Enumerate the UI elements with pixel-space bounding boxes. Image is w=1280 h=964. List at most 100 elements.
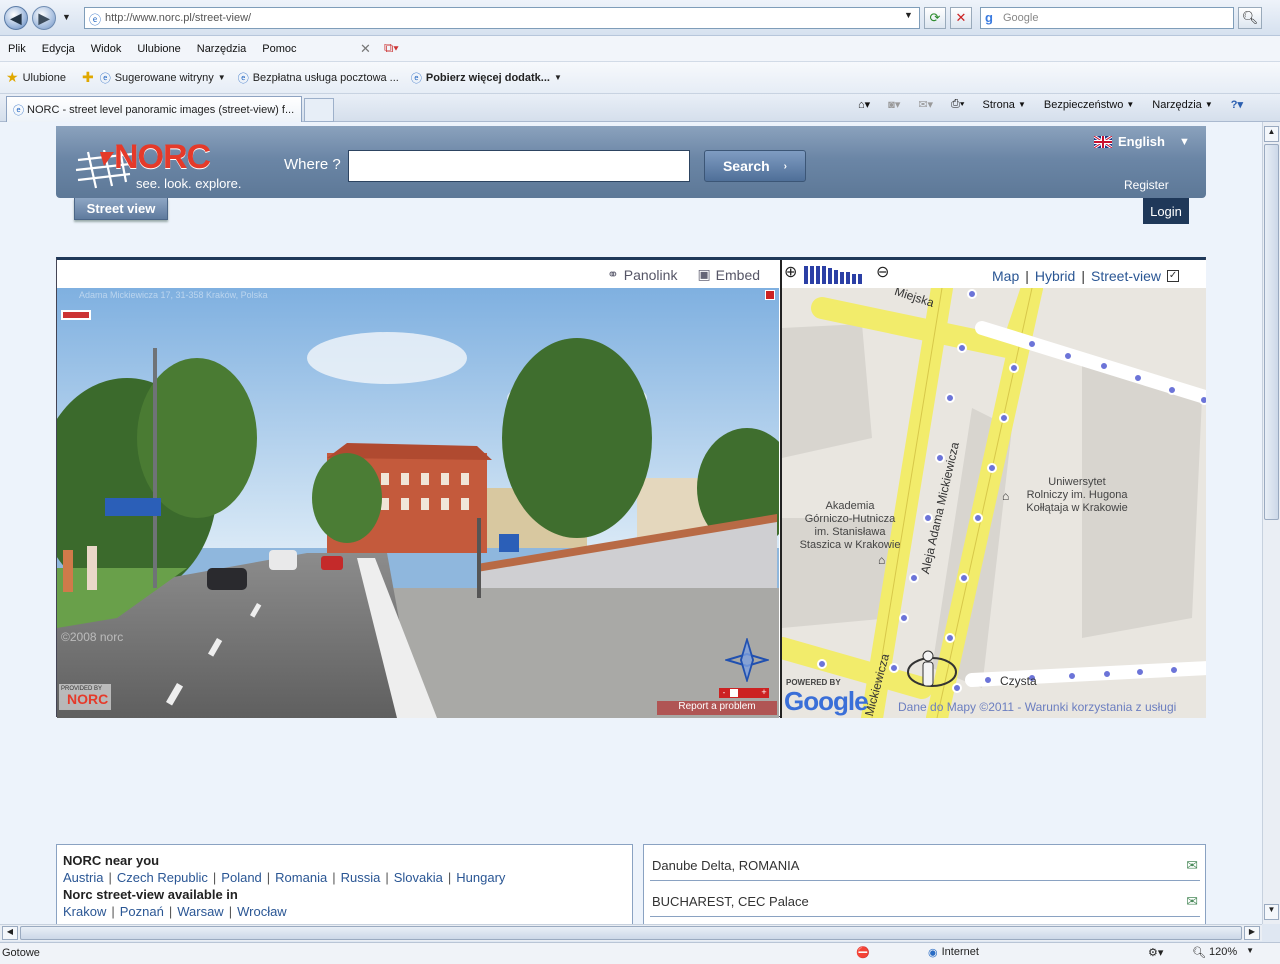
tools-menu[interactable]: Narzędzia ▼: [1152, 99, 1212, 111]
tab-norc[interactable]: ⓔ NORC - street level panoramic images (…: [6, 96, 302, 122]
help-icon[interactable]: ?▾: [1231, 98, 1243, 111]
envelope-icon[interactable]: ✉: [1186, 893, 1198, 910]
map-type-hybrid[interactable]: Hybrid: [1035, 268, 1075, 284]
terms-link[interactable]: Warunki korzystania z usługi: [1025, 700, 1177, 714]
url-text: http://www.norc.pl/street-view/: [105, 12, 252, 24]
menu-widok[interactable]: Widok: [83, 43, 130, 55]
fav-item-addons[interactable]: ⓔ Pobierz więcej dodatk... ▼: [405, 70, 568, 86]
history-dropdown-icon[interactable]: ▼: [62, 12, 71, 22]
news-item[interactable]: BUCHAREST, CEC Palace ✉: [650, 887, 1200, 917]
scroll-left-icon[interactable]: ◀: [2, 926, 18, 940]
scroll-down-icon[interactable]: ▼: [1264, 904, 1279, 920]
country-link[interactable]: Czech Republic: [117, 870, 208, 885]
horizontal-scrollbar[interactable]: ◀ ▶: [0, 924, 1262, 941]
vertical-scrollbar[interactable]: ▲ ▼: [1262, 122, 1280, 924]
back-button[interactable]: ◀: [4, 6, 28, 30]
security-zone[interactable]: ◉ Internet: [928, 946, 979, 959]
panorama-view[interactable]: Adama Mickiewicza 17, 31-358 Kraków, Pol…: [57, 288, 779, 718]
scroll-right-icon[interactable]: ▶: [1244, 926, 1260, 940]
close-menu-icon[interactable]: ✕: [360, 41, 371, 57]
menu-pomoc[interactable]: Pomoc: [254, 43, 304, 55]
status-text: Gotowe: [2, 947, 40, 959]
scroll-up-icon[interactable]: ▲: [1264, 126, 1279, 142]
fav-item-mail[interactable]: ⓔ Bezpłatna usługa pocztowa ...: [232, 70, 405, 86]
safety-menu[interactable]: Bezpieczeństwo ▼: [1044, 99, 1134, 111]
report-problem-link[interactable]: Report a problem: [657, 701, 777, 715]
compass-icon[interactable]: [723, 636, 771, 684]
city-link[interactable]: Warsaw: [177, 904, 223, 919]
panolink-label: Panolink: [623, 266, 678, 283]
map-type-streetview[interactable]: Street-view: [1091, 268, 1161, 284]
url-dropdown-icon[interactable]: ▼: [904, 10, 913, 20]
menu-narzedzia[interactable]: Narzędzia: [189, 43, 255, 55]
news-item[interactable]: Danube Delta, ROMANIA ✉: [650, 851, 1200, 881]
tab-street-view[interactable]: Street view: [74, 198, 168, 220]
city-link[interactable]: Krakow: [63, 904, 106, 919]
page-menu[interactable]: Strona ▼: [983, 99, 1026, 111]
new-tab-button[interactable]: [304, 98, 334, 122]
rss-icon[interactable]: ◙▾: [888, 98, 900, 111]
safety-menu-label: Bezpieczeństwo: [1043, 98, 1124, 111]
envelope-icon[interactable]: ✉: [1186, 857, 1198, 874]
mail-icon[interactable]: ✉▾: [918, 98, 933, 111]
menu-ulubione[interactable]: Ulubione: [129, 43, 188, 55]
refresh-button[interactable]: ⟳: [924, 7, 946, 29]
menu-edycja[interactable]: Edycja: [34, 43, 83, 55]
menu-plik[interactable]: Plik: [0, 43, 34, 55]
addon-icon[interactable]: ⧉▾: [384, 40, 399, 56]
page-icon: ⓔ: [89, 13, 102, 27]
zoom-control[interactable]: 🔍︎ 120% ▼: [1192, 946, 1254, 959]
home-icon[interactable]: ⌂▾: [858, 98, 870, 111]
city-link[interactable]: Poznań: [120, 904, 164, 919]
zoom-in-icon[interactable]: +: [759, 688, 769, 698]
stop-button[interactable]: ✕: [950, 7, 972, 29]
country-link[interactable]: Hungary: [456, 870, 505, 885]
norc-logo[interactable]: NORC see. look. explore.: [74, 134, 264, 191]
where-input[interactable]: [348, 150, 690, 182]
city-link[interactable]: Wrocław: [237, 904, 287, 919]
zoom-slider[interactable]: - +: [719, 688, 769, 698]
chevron-right-icon: ›: [783, 160, 788, 172]
fav-item-suggested[interactable]: ⓔ Sugerowane witryny ▼: [94, 70, 232, 86]
country-link[interactable]: Poland: [221, 870, 261, 885]
embed-label: Embed: [715, 266, 761, 283]
popup-blocker-icon[interactable]: ⛔: [856, 946, 870, 959]
language-selector[interactable]: English ▼: [1094, 134, 1190, 149]
chevron-down-icon: ▼: [1246, 946, 1255, 955]
norc-near-you-box: NORC near you Austria | Czech Republic | Pol…: [56, 844, 633, 924]
login-button[interactable]: Login: [1143, 198, 1189, 224]
url-field[interactable]: ⓔ http://www.norc.pl/street-view/: [84, 7, 920, 29]
street-viewer: ⚭ Panolink ▣ Embed Adama Mickiewicza 17,…: [56, 257, 1206, 718]
country-link[interactable]: Russia: [341, 870, 381, 885]
language-label: English: [1118, 134, 1165, 149]
h-scroll-thumb[interactable]: [20, 926, 1242, 940]
embed-button[interactable]: ▣ Embed: [697, 266, 760, 283]
zoom-in-icon[interactable]: ⊕: [784, 262, 797, 282]
near-title: NORC near you: [63, 853, 160, 868]
search-field[interactable]: g Google: [980, 7, 1234, 29]
search-button[interactable]: Search ›: [704, 150, 806, 182]
map-panel[interactable]: ⌂ ⌂ Aleja Adama Mickiewicza Miejska Mick…: [780, 260, 1206, 718]
zoom-out-icon[interactable]: ⊖: [876, 262, 889, 282]
forward-button[interactable]: ▶: [32, 6, 56, 30]
3d-glasses-icon[interactable]: [61, 310, 91, 320]
search-go-button[interactable]: 🔍︎: [1238, 7, 1262, 29]
favorites-button[interactable]: ★ Ulubione: [0, 69, 72, 86]
zoom-level-bar[interactable]: [804, 266, 862, 284]
country-link[interactable]: Austria: [63, 870, 103, 885]
add-favorite-icon[interactable]: ✚: [82, 69, 94, 86]
register-link[interactable]: Register: [1124, 178, 1169, 192]
country-link[interactable]: Slovakia: [394, 870, 443, 885]
country-link[interactable]: Romania: [275, 870, 327, 885]
fullscreen-icon[interactable]: [765, 290, 775, 300]
protected-mode-icon[interactable]: ⚙▾: [1148, 946, 1163, 959]
provided-by-badge: PROVIDED BY NORC: [59, 684, 111, 710]
streetview-checkbox[interactable]: ✓: [1167, 270, 1180, 282]
zoom-out-icon[interactable]: -: [719, 688, 729, 698]
print-icon[interactable]: ⎙▾: [951, 98, 964, 111]
where-label: Where ?: [284, 156, 341, 173]
map-type-map[interactable]: Map: [992, 268, 1019, 284]
panolink-button[interactable]: ⚭ Panolink: [607, 266, 677, 283]
scroll-thumb[interactable]: [1264, 144, 1279, 520]
google-logo[interactable]: Google: [784, 686, 869, 717]
